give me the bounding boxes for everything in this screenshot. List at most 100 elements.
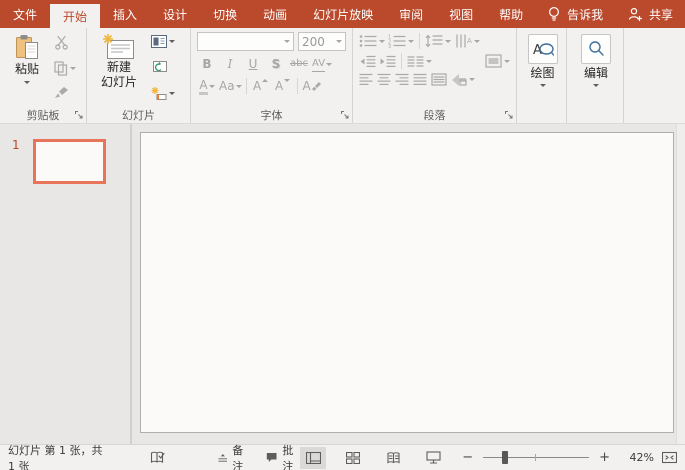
bold-label: B	[202, 57, 212, 71]
reading-view-button[interactable]	[380, 447, 406, 469]
decrease-indent-icon	[360, 55, 376, 67]
tab-slideshow[interactable]: 幻灯片放映	[300, 0, 386, 28]
bullets-icon	[359, 35, 377, 47]
drawing-button[interactable]: A 绘图	[527, 32, 558, 106]
tab-help[interactable]: 帮助	[486, 0, 536, 28]
clear-formatting-button[interactable]: A	[302, 76, 322, 96]
ribbon-empty-space	[624, 28, 685, 123]
numbering-button[interactable]: 1 2 3	[388, 34, 414, 48]
zoom-slider[interactable]	[483, 450, 590, 465]
comments-label: 批注	[282, 443, 294, 470]
editing-button[interactable]: 编辑	[581, 32, 611, 106]
decrease-font-size-button[interactable]: A	[273, 76, 293, 96]
layout-button[interactable]	[151, 35, 175, 48]
decrease-indent-button[interactable]	[359, 55, 376, 68]
spell-check-button[interactable]	[150, 451, 166, 464]
convert-to-smartart-button[interactable]	[451, 73, 475, 86]
line-spacing-button[interactable]	[425, 34, 451, 48]
tab-view[interactable]: 视图	[436, 0, 486, 28]
align-text-button[interactable]	[485, 54, 510, 68]
divider	[296, 78, 298, 94]
tab-home[interactable]: 开始	[50, 4, 101, 28]
zoom-slider-track	[483, 457, 590, 458]
tab-insert[interactable]: 插入	[100, 0, 150, 28]
change-case-button[interactable]: Aa	[219, 76, 242, 96]
paste-label: 粘贴	[14, 62, 39, 76]
new-slide-button[interactable]: 新建 幻灯片	[93, 32, 145, 106]
section-icon	[151, 87, 167, 100]
format-painter-icon	[55, 87, 68, 98]
fit-to-window-button[interactable]	[662, 451, 677, 464]
copy-button[interactable]	[54, 60, 76, 76]
distribute-text-icon	[431, 73, 447, 86]
tell-me-button[interactable]: 告诉我	[536, 0, 614, 28]
underline-button[interactable]: U	[243, 54, 263, 74]
clipboard-dialog-launcher-icon[interactable]	[74, 110, 84, 120]
format-painter-button[interactable]	[54, 86, 76, 100]
section-button[interactable]	[151, 86, 175, 100]
bullets-button[interactable]	[359, 34, 385, 48]
distribute-text-button[interactable]	[431, 73, 447, 86]
tab-transitions[interactable]: 切换	[200, 0, 250, 28]
reset-slide-button[interactable]	[151, 60, 175, 74]
normal-view-button[interactable]	[300, 446, 327, 469]
slide-layout-icon	[151, 35, 167, 48]
change-case-label: Aa	[219, 79, 235, 93]
font-size-combobox[interactable]: 200	[298, 32, 346, 51]
paste-button[interactable]: 粘贴	[6, 32, 48, 106]
chevron-down-icon	[70, 66, 76, 70]
scissors-icon	[55, 35, 68, 50]
strikethrough-button[interactable]: abc	[289, 54, 309, 74]
line-spacing-icon	[425, 34, 443, 48]
slide-sorter-view-button[interactable]	[340, 447, 366, 469]
chevron-down-icon	[474, 39, 480, 43]
copy-icon	[54, 60, 68, 76]
align-center-button[interactable]	[377, 73, 391, 86]
comments-toggle-button[interactable]: 批注	[266, 442, 300, 470]
tab-animations[interactable]: 动画	[250, 0, 300, 28]
tab-file[interactable]: 文件	[0, 0, 50, 28]
italic-button[interactable]: I	[220, 54, 240, 74]
slideshow-view-button[interactable]	[420, 447, 446, 469]
cut-button[interactable]	[54, 35, 76, 50]
align-left-button[interactable]	[359, 73, 373, 86]
share-button[interactable]: 共享	[616, 0, 685, 28]
bold-button[interactable]: B	[197, 54, 217, 74]
editing-group: 编辑	[567, 28, 624, 123]
font-color-button[interactable]: A	[197, 76, 217, 96]
zoom-percent[interactable]: 42%	[620, 451, 654, 464]
text-shadow-button[interactable]: S	[266, 54, 286, 74]
slides-group: 新建 幻灯片 幻灯片	[87, 28, 191, 123]
notes-label: 备注	[232, 443, 244, 470]
justify-button[interactable]	[413, 73, 427, 86]
columns-button[interactable]	[407, 55, 432, 68]
slide-canvas[interactable]	[140, 132, 674, 433]
slide-thumbnail-1[interactable]	[33, 139, 106, 184]
text-direction-button[interactable]: A	[454, 34, 480, 48]
font-dialog-launcher-icon[interactable]	[340, 110, 350, 120]
font-name-combobox[interactable]	[197, 32, 294, 51]
character-spacing-button[interactable]: AV	[312, 54, 333, 74]
chevron-down-icon	[539, 84, 546, 87]
increase-indent-button[interactable]	[379, 55, 396, 68]
font-size-value: 200	[302, 34, 325, 49]
eraser-icon	[311, 81, 321, 91]
editing-label: 编辑	[583, 66, 608, 80]
drawing-label: 绘图	[530, 66, 555, 80]
ribbon: 粘贴 剪贴板 新建 幻灯片 幻灯片 200 B I U S abc AV A A…	[0, 28, 685, 124]
zoom-slider-thumb[interactable]	[502, 451, 509, 464]
zoom-out-button[interactable]: −	[460, 450, 475, 465]
tab-design[interactable]: 设计	[150, 0, 200, 28]
notes-icon	[217, 453, 227, 462]
reading-view-icon	[387, 451, 400, 464]
vertical-scrollbar[interactable]	[676, 124, 685, 444]
notes-toggle-button[interactable]: 备注	[217, 442, 250, 470]
align-right-button[interactable]	[395, 73, 409, 86]
tab-review[interactable]: 审阅	[386, 0, 436, 28]
paste-icon	[16, 35, 38, 59]
paragraph-dialog-launcher-icon[interactable]	[504, 110, 514, 120]
share-label: 共享	[648, 7, 673, 22]
clipboard-group-label: 剪贴板	[26, 108, 60, 122]
increase-font-size-button[interactable]: A	[251, 76, 271, 96]
zoom-in-button[interactable]: +	[597, 450, 612, 465]
